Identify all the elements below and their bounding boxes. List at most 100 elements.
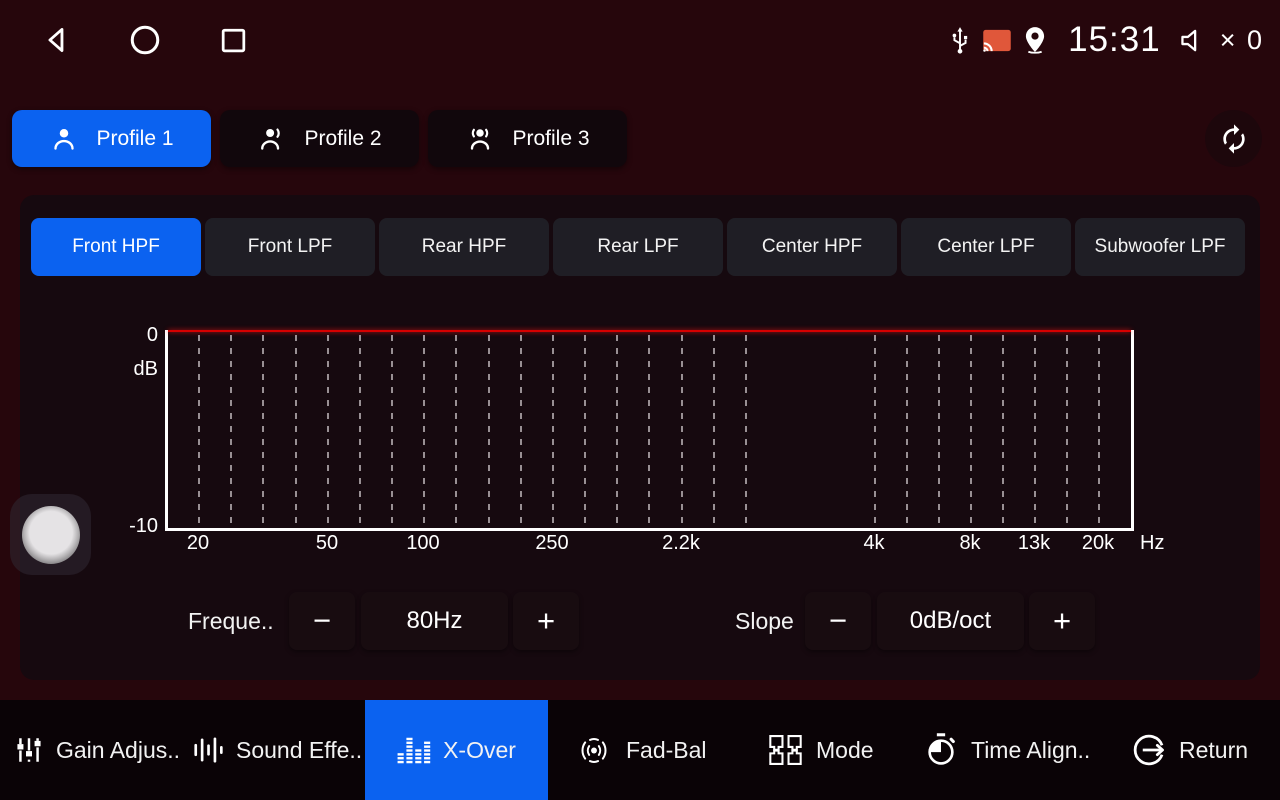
slope-label: Slope (735, 592, 794, 650)
person-icon (49, 124, 79, 154)
status-bar: 15:31 × 0 (0, 0, 1280, 80)
tab-subwoofer-lpf[interactable]: Subwoofer LPF (1075, 218, 1245, 276)
x-tick-label: 13k (1018, 532, 1050, 555)
recents-button[interactable] (214, 21, 252, 59)
y-tick-0: 0 (112, 324, 158, 347)
y-axis-unit: dB (112, 358, 158, 381)
gridline (455, 335, 457, 524)
gridline (262, 335, 264, 524)
person-broadcast-icon (465, 124, 495, 154)
nav-gain-adjust[interactable]: Gain Adjus.. (14, 700, 180, 800)
tab-center-hpf[interactable]: Center HPF (727, 218, 897, 276)
gridline (552, 335, 554, 524)
speaker-layout-icon (767, 733, 804, 767)
gridline (970, 335, 972, 524)
gridline (1034, 335, 1036, 524)
gridline (1066, 335, 1068, 524)
location-icon (1021, 25, 1049, 56)
nav-mode[interactable]: Mode (767, 700, 874, 800)
nav-label: Gain Adjus.. (56, 737, 180, 764)
tab-front-hpf[interactable]: Front HPF (31, 218, 201, 276)
volume-muted-icon (1178, 26, 1211, 55)
gridline (681, 335, 683, 524)
x-axis-unit: Hz (1140, 532, 1164, 555)
back-triangle-icon (40, 23, 74, 57)
back-button[interactable] (38, 21, 76, 59)
gridline (198, 335, 200, 524)
crossover-panel: Front HPF Front LPF Rear HPF Rear LPF Ce… (20, 195, 1260, 680)
nav-label: Return (1179, 737, 1248, 764)
stopwatch-icon (923, 732, 959, 768)
floating-assistive-ball[interactable] (10, 494, 91, 575)
gridline (648, 335, 650, 524)
usb-icon (947, 25, 973, 55)
tab-front-lpf[interactable]: Front LPF (205, 218, 375, 276)
mixer-sliders-icon (14, 735, 44, 765)
clock: 15:31 (1068, 20, 1161, 60)
x-axis-labels: 20501002502.2k4k8k13k20k (168, 532, 1131, 558)
tab-rear-hpf[interactable]: Rear HPF (379, 218, 549, 276)
tab-center-lpf[interactable]: Center LPF (901, 218, 1071, 276)
slope-value: 0dB/oct (877, 592, 1024, 650)
gridline (1098, 335, 1100, 524)
sync-icon (1218, 123, 1250, 155)
gridline (584, 335, 586, 524)
gridline (391, 335, 393, 524)
profile-2-button[interactable]: Profile 2 (220, 110, 419, 167)
gridline (616, 335, 618, 524)
profile-1-button[interactable]: Profile 1 (12, 110, 211, 167)
person-speaking-icon (257, 124, 287, 154)
gridline (745, 335, 747, 524)
gridline (295, 335, 297, 524)
x-tick-label: 8k (959, 532, 980, 555)
refresh-button[interactable] (1205, 110, 1262, 167)
bottom-nav: Gain Adjus.. Sound Effe.. X-Over (0, 700, 1280, 800)
nav-label: X-Over (443, 737, 516, 764)
gridline (230, 335, 232, 524)
frequency-value: 80Hz (361, 592, 508, 650)
gridline (1002, 335, 1004, 524)
assistive-ball-icon (22, 506, 80, 564)
frequency-label: Freque.. (188, 592, 274, 650)
profile-label: Profile 2 (304, 127, 381, 151)
home-circle-icon (127, 22, 163, 58)
gridline (938, 335, 940, 524)
nav-time-align[interactable]: Time Align.. (923, 700, 1090, 800)
nav-return[interactable]: Return (1131, 700, 1248, 800)
slope-minus-button[interactable]: − (805, 592, 871, 650)
gridline (874, 335, 876, 524)
equalizer-columns-icon (397, 735, 431, 765)
profile-label: Profile 3 (512, 127, 589, 151)
x-tick-label: 20k (1082, 532, 1114, 555)
recents-square-icon (217, 24, 250, 57)
profile-label: Profile 1 (96, 127, 173, 151)
cast-icon (982, 28, 1012, 53)
x-tick-label: 100 (406, 532, 439, 555)
speaker-balance-icon (574, 734, 614, 767)
gridline (423, 335, 425, 524)
frequency-minus-button[interactable]: − (289, 592, 355, 650)
x-tick-label: 20 (187, 532, 209, 555)
tab-rear-lpf[interactable]: Rear LPF (553, 218, 723, 276)
home-button[interactable] (126, 21, 164, 59)
response-curve (168, 330, 1131, 332)
nav-x-over[interactable]: X-Over (365, 700, 548, 800)
plot-area[interactable] (165, 330, 1134, 531)
gridline (359, 335, 361, 524)
profile-3-button[interactable]: Profile 3 (428, 110, 627, 167)
gridline (488, 335, 490, 524)
nav-label: Sound Effe.. (236, 737, 362, 764)
volume-level: × 0 (1220, 25, 1264, 56)
y-tick-minus10: -10 (112, 515, 158, 538)
status-icons: 15:31 × 0 (947, 20, 1264, 60)
nav-sound-effects[interactable]: Sound Effe.. (192, 700, 362, 800)
screen: 15:31 × 0 Profile 1 Profile 2 (0, 0, 1280, 800)
profiles-row: Profile 1 Profile 2 Profile 3 (12, 110, 1262, 167)
nav-label: Mode (816, 737, 874, 764)
x-tick-label: 4k (863, 532, 884, 555)
frequency-plus-button[interactable]: + (513, 592, 579, 650)
x-tick-label: 250 (535, 532, 568, 555)
slope-plus-button[interactable]: + (1029, 592, 1095, 650)
nav-fad-bal[interactable]: Fad-Bal (574, 700, 707, 800)
gridline (327, 335, 329, 524)
